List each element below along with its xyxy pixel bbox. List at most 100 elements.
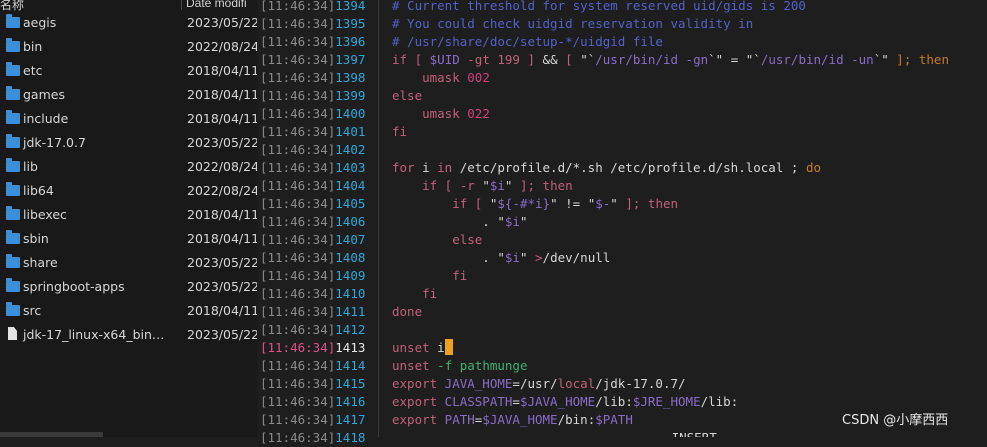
file-name: share — [23, 255, 58, 270]
code-line[interactable]: else — [392, 231, 482, 249]
file-name: lib64 — [23, 183, 54, 198]
code-token: $JAVA_HOME — [519, 394, 596, 409]
code-line[interactable]: for i in /etc/profile.d/*.sh /etc/profil… — [392, 159, 821, 177]
line-number: 1412 — [335, 322, 366, 337]
line-timestamp: [11:46:34] — [260, 70, 336, 85]
gutter-divider — [378, 0, 379, 437]
folder-icon — [6, 230, 20, 244]
code-line[interactable]: fi — [392, 285, 437, 303]
gutter-line: [11:46:34]1415 — [260, 375, 365, 393]
file-browser-panel: 名称 ⌃ Date modifi aegis 2023/05/22 bin 2022/… — [0, 0, 257, 437]
line-number: 1405 — [335, 196, 366, 211]
code-token: umask — [392, 70, 468, 85]
code-line[interactable]: # You could check uidgid reservation val… — [392, 15, 753, 33]
file-list-item[interactable]: share 2023/05/22 — [0, 252, 257, 276]
code-line[interactable]: export PATH=$JAVA_HOME/bin:$PATH — [392, 411, 633, 429]
gutter-line: [11:46:34]1398 — [260, 69, 365, 87]
code-token: umask — [392, 106, 468, 121]
code-line[interactable]: if [ "${-#*i}" != "$-" ]; then — [392, 195, 678, 213]
file-list-item[interactable]: aegis 2023/05/22 — [0, 12, 257, 36]
file-date: 2022/08/24 — [187, 39, 257, 54]
code-line[interactable]: export CLASSPATH=$JAVA_HOME/lib:$JRE_HOM… — [392, 393, 738, 411]
code-line[interactable]: if [ -r "$i" ]; then — [392, 177, 573, 195]
file-list-item[interactable]: etc 2018/04/11 — [0, 60, 257, 84]
file-list-item[interactable]: bin 2022/08/24 — [0, 36, 257, 60]
column-divider[interactable] — [181, 0, 182, 10]
file-list-item[interactable]: jdk-17_linux-x64_bin… 2023/05/22 — [0, 324, 257, 348]
code-line[interactable]: if [ $UID -gt 199 ] && [ "`/usr/bin/id -… — [392, 51, 949, 69]
code-token: fi — [392, 124, 408, 139]
file-list-item[interactable]: springboot-apps 2023/05/22 — [0, 276, 257, 300]
file-list-header: 名称 ⌃ Date modifi — [0, 0, 257, 12]
file-list-item[interactable]: libexec 2018/04/11 — [0, 204, 257, 228]
code-token: " — [519, 214, 528, 229]
code-line[interactable]: fi — [392, 123, 407, 141]
code-token: " — [519, 250, 536, 265]
line-number: 1402 — [335, 142, 366, 157]
line-number: 1397 — [335, 52, 366, 67]
code-token: . — [392, 214, 498, 229]
code-token: ]; then — [519, 178, 573, 193]
code-line[interactable]: else — [392, 87, 422, 105]
code-token: $PATH — [595, 412, 633, 427]
code-token: /bin: — [557, 412, 596, 427]
code-token: /lib: — [595, 394, 633, 409]
code-token: if [ -r — [392, 178, 483, 193]
line-timestamp: [11:46:34] — [260, 160, 336, 175]
folder-icon — [6, 14, 20, 28]
code-token: else — [392, 88, 423, 103]
line-timestamp: [11:46:34] — [260, 232, 336, 247]
line-number: 1413 — [335, 340, 366, 355]
line-timestamp: [11:46:34] — [260, 52, 336, 67]
line-timestamp: [11:46:34] — [260, 0, 336, 13]
file-list-item[interactable]: games 2018/04/11 — [0, 84, 257, 108]
code-line[interactable]: . "$i" — [392, 213, 527, 231]
code-token: CLASSPATH — [437, 394, 513, 409]
gutter-line: [11:46:34]1405 — [260, 195, 365, 213]
file-date: 2022/08/24 — [187, 183, 257, 198]
line-timestamp: [11:46:34] — [260, 268, 336, 283]
file-list-item[interactable]: lib 2022/08/24 — [0, 156, 257, 180]
file-date: 2018/04/11 — [187, 63, 257, 78]
gutter-line: [11:46:34]1412 — [260, 321, 365, 339]
code-line[interactable]: fi — [392, 267, 467, 285]
file-date: 2018/04/11 — [187, 207, 257, 222]
column-header-date[interactable]: Date modifi — [186, 0, 247, 10]
terminal-editor[interactable]: [11:46:34]1394 [11:46:34]1395 [11:46:34]13… — [257, 0, 987, 445]
code-line[interactable]: export JAVA_HOME=/usr/local/jdk-17.0.7/ — [392, 375, 686, 393]
code-token: " — [482, 178, 490, 193]
line-timestamp: [11:46:34] — [260, 286, 336, 301]
code-token: unset — [392, 340, 430, 355]
line-number: 1403 — [335, 160, 366, 175]
gutter-line: [11:46:34]1406 — [260, 213, 365, 231]
file-list-item[interactable]: sbin 2018/04/11 — [0, 228, 257, 252]
gutter-line: [11:46:34]1401 — [260, 123, 365, 141]
code-line[interactable]: unset i — [392, 339, 453, 357]
code-line[interactable]: # /usr/share/doc/setup-*/uidgid file — [392, 33, 663, 51]
line-gutter: [11:46:34]1394 [11:46:34]1395 [11:46:34]13… — [257, 0, 377, 445]
line-number: 1414 — [335, 358, 366, 373]
file-list-item[interactable]: include 2018/04/11 — [0, 108, 257, 132]
code-line[interactable]: umask 022 — [392, 105, 490, 123]
code-line[interactable]: . "$i" >/dev/null — [392, 249, 610, 267]
gutter-line: [11:46:34]1409 — [260, 267, 365, 285]
line-timestamp: [11:46:34] — [260, 142, 336, 157]
file-date: 2018/04/11 — [187, 231, 257, 246]
file-list-item[interactable]: jdk-17.0.7 2023/05/22 — [0, 132, 257, 156]
file-name: src — [23, 303, 42, 318]
code-line[interactable]: # Current threshold for system reserved … — [392, 0, 806, 15]
code-line[interactable]: umask 002 — [392, 69, 490, 87]
code-token: fi — [392, 286, 438, 301]
file-list-item[interactable]: lib64 2022/08/24 — [0, 180, 257, 204]
code-line[interactable]: unset -f pathmunge — [392, 357, 527, 375]
line-timestamp: [11:46:34] — [260, 412, 336, 427]
horizontal-scrollbar[interactable] — [0, 432, 103, 437]
file-list-item[interactable]: src 2018/04/11 — [0, 300, 257, 324]
code-token: `" = "` — [708, 52, 761, 67]
code-token: = — [512, 394, 520, 409]
folder-icon — [6, 302, 20, 316]
line-timestamp: [11:46:34] — [260, 304, 336, 319]
code-line[interactable]: done — [392, 303, 422, 321]
gutter-line: [11:46:34]1394 — [260, 0, 365, 15]
folder-icon — [6, 254, 20, 268]
